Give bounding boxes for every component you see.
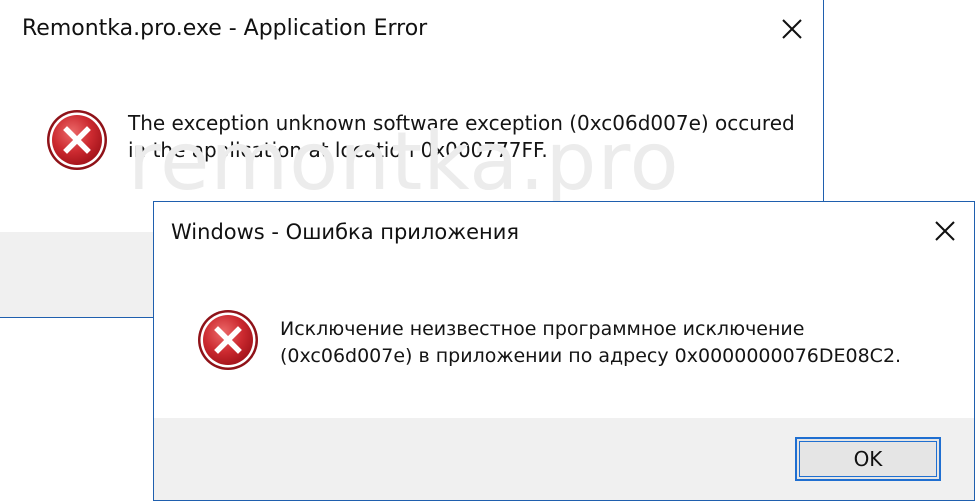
dialog-title: Windows - Ошибка приложения <box>171 220 520 244</box>
close-icon <box>935 221 955 241</box>
error-message: Исключение неизвестное программное исклю… <box>280 316 960 370</box>
watermark: remontka.pro <box>128 115 680 208</box>
ok-button-label: OK <box>853 447 883 471</box>
error-message-line-1: Исключение неизвестное программное исклю… <box>280 318 805 340</box>
screen: Remontka.pro.exe - Application Error The… <box>0 0 976 502</box>
error-message-line-2: (0xc06d007e) в приложении по адресу 0x00… <box>280 345 902 367</box>
windows-error-dialog: Windows - Ошибка приложения Исключение н… <box>153 201 975 501</box>
close-icon <box>782 19 802 39</box>
dialog-footer: OK <box>154 418 974 500</box>
error-icon <box>196 308 260 372</box>
dialog-title: Remontka.pro.exe - Application Error <box>22 16 428 41</box>
ok-button[interactable]: OK <box>795 437 941 481</box>
close-button[interactable] <box>917 212 971 252</box>
error-icon <box>45 108 109 172</box>
close-button[interactable] <box>764 10 818 50</box>
